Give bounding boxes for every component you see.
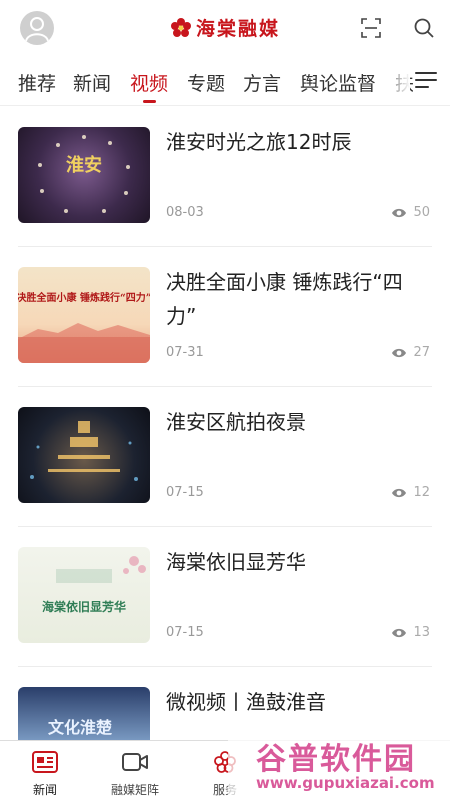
eye-icon — [392, 488, 407, 497]
view-count: 12 — [391, 485, 430, 500]
video-title[interactable]: 淮安区航拍夜景 — [166, 405, 428, 439]
watermark-title: 谷普软件园 — [256, 742, 416, 777]
view-count-value: 12 — [413, 485, 430, 500]
list-item[interactable]: 淮安区航拍夜景 07-15 12 — [18, 387, 432, 527]
video-thumbnail[interactable]: 海棠依旧显芳华 — [18, 547, 150, 643]
view-count: 50 — [391, 205, 430, 220]
tab-news[interactable]: 新闻 — [73, 69, 111, 96]
scan-icon[interactable] — [359, 16, 383, 40]
menu-icon[interactable] — [413, 69, 439, 91]
video-thumbnail[interactable] — [18, 407, 150, 503]
video-title[interactable]: 决胜全面小康 锤炼践行“四力” — [166, 265, 428, 333]
tab-video[interactable]: 视频 — [130, 69, 168, 96]
nav-label: 新闻 — [32, 783, 57, 797]
watermark-url: www.gupuxiazai.com — [256, 774, 435, 792]
video-thumbnail[interactable]: 决胜全面小康 锤炼践行“四力” — [18, 267, 150, 363]
news-icon — [32, 751, 58, 773]
tabs-fade — [380, 56, 410, 104]
video-date: 07-15 — [166, 625, 204, 640]
video-date: 07-31 — [166, 345, 204, 360]
search-icon[interactable] — [412, 16, 436, 40]
view-count: 13 — [391, 625, 430, 640]
video-thumbnail[interactable]: 淮安 — [18, 127, 150, 223]
list-item[interactable]: 决胜全面小康 锤炼践行“四力” 决胜全面小康 锤炼践行“四力” 07-31 27 — [18, 247, 432, 387]
eye-icon — [392, 628, 407, 637]
active-tab-indicator — [143, 100, 156, 103]
nav-news[interactable]: 新闻 — [0, 741, 90, 800]
nav-media-matrix[interactable]: 融媒矩阵 — [90, 741, 180, 800]
video-title[interactable]: 海棠依旧显芳华 — [166, 545, 428, 579]
watermark: 谷普软件园 www.gupuxiazai.com — [228, 728, 450, 800]
eye-icon — [392, 208, 407, 217]
thumb-caption: 文化淮楚 — [48, 718, 113, 737]
video-date: 08-03 — [166, 205, 204, 220]
nav-label: 融媒矩阵 — [110, 783, 159, 797]
view-count-value: 50 — [413, 205, 430, 220]
list-item[interactable]: 淮安 淮安时光之旅12时辰 08-03 50 — [18, 107, 432, 247]
view-count: 27 — [391, 345, 430, 360]
logo-text: 海棠融媒 — [195, 18, 280, 40]
tab-public-opinion[interactable]: 舆论监督 — [300, 69, 376, 96]
list-item[interactable]: 海棠依旧显芳华 海棠依旧显芳华 07-15 13 — [18, 527, 432, 667]
top-header: 海棠融媒 — [0, 0, 450, 56]
view-count-value: 27 — [413, 345, 430, 360]
tab-topics[interactable]: 专题 — [187, 69, 225, 96]
thumb-caption: 海棠依旧显芳华 — [42, 599, 126, 614]
flower-icon — [170, 18, 191, 37]
thumb-caption: 淮安 — [66, 154, 102, 176]
video-camera-icon — [122, 753, 148, 771]
video-title[interactable]: 淮安时光之旅12时辰 — [166, 125, 428, 159]
tab-recommend[interactable]: 推荐 — [18, 69, 56, 96]
thumb-caption: 决胜全面小康 锤炼践行“四力” — [18, 291, 150, 304]
video-date: 07-15 — [166, 485, 204, 500]
eye-icon — [392, 348, 407, 357]
tab-dialect[interactable]: 方言 — [243, 69, 281, 96]
view-count-value: 13 — [413, 625, 430, 640]
video-title[interactable]: 微视频丨渔鼓淮音 — [166, 685, 428, 719]
